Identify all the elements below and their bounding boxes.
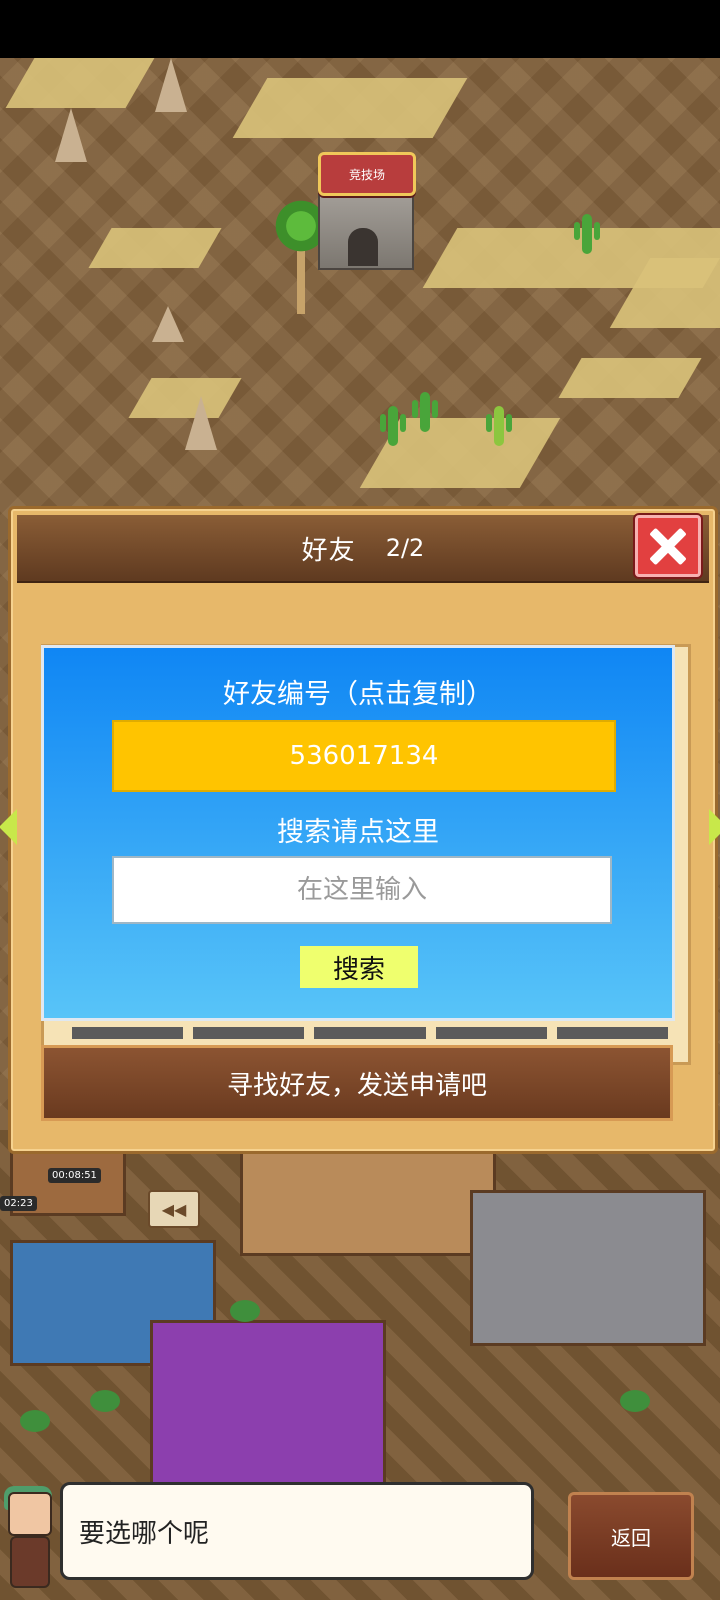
sand-patch (88, 228, 222, 268)
search-label: 搜索请点这里 (277, 817, 439, 848)
rock-spire (155, 58, 187, 112)
advisor-avatar (2, 1486, 54, 1588)
rock-spire (185, 396, 217, 450)
slot-strip-bottom (72, 1027, 669, 1039)
sand-patch (232, 78, 468, 138)
building-room[interactable] (150, 1320, 386, 1486)
palm-tree-trunk (297, 248, 305, 314)
friends-dialog: 好友 2/2 好友编号（点击复制） 536017134 搜索请点这里 搜索 寻找… (0, 506, 720, 1154)
avatar-head (8, 1492, 52, 1536)
building-room[interactable] (240, 1150, 496, 1256)
arena-label[interactable]: 竞技场 (318, 152, 416, 196)
cactus (574, 214, 600, 254)
cactus (412, 392, 438, 432)
avatar-body (10, 1536, 50, 1588)
friend-id-label: 好友编号（点击复制） (223, 679, 493, 710)
cactus (486, 406, 512, 446)
search-input[interactable] (112, 856, 612, 924)
friend-count: 2/2 (385, 534, 425, 562)
build-timer: 02:23 (0, 1196, 37, 1211)
close-button[interactable] (635, 515, 701, 577)
status-bar (0, 0, 720, 58)
bush (620, 1390, 650, 1412)
rock-spire (152, 306, 184, 342)
rewind-icon[interactable]: ◀◀ (148, 1190, 200, 1228)
speech-bubble: 要选哪个呢 (60, 1482, 534, 1580)
dialog-title: 好友 (301, 535, 356, 566)
prev-page-arrow-icon[interactable] (0, 809, 17, 845)
bush (20, 1410, 50, 1432)
cactus (380, 406, 406, 446)
build-timer: 00:08:51 (48, 1168, 101, 1183)
search-button[interactable]: 搜索 (300, 946, 418, 988)
rock-spire (55, 108, 87, 162)
back-button[interactable]: 返回 (568, 1492, 694, 1580)
next-page-arrow-icon[interactable] (709, 809, 720, 845)
bush (230, 1300, 260, 1322)
friend-search-panel: 好友编号（点击复制） 536017134 搜索请点这里 搜索 (41, 645, 675, 1021)
bush (90, 1390, 120, 1412)
building-room[interactable] (470, 1190, 706, 1346)
send-request-banner: 寻找好友，发送申请吧 (41, 1045, 673, 1121)
arena-gate (348, 228, 378, 266)
dialog-header: 好友 2/2 (17, 515, 709, 583)
sand-patch (5, 58, 155, 108)
friend-id-copy-box[interactable]: 536017134 (112, 720, 616, 792)
sand-patch (558, 358, 702, 398)
